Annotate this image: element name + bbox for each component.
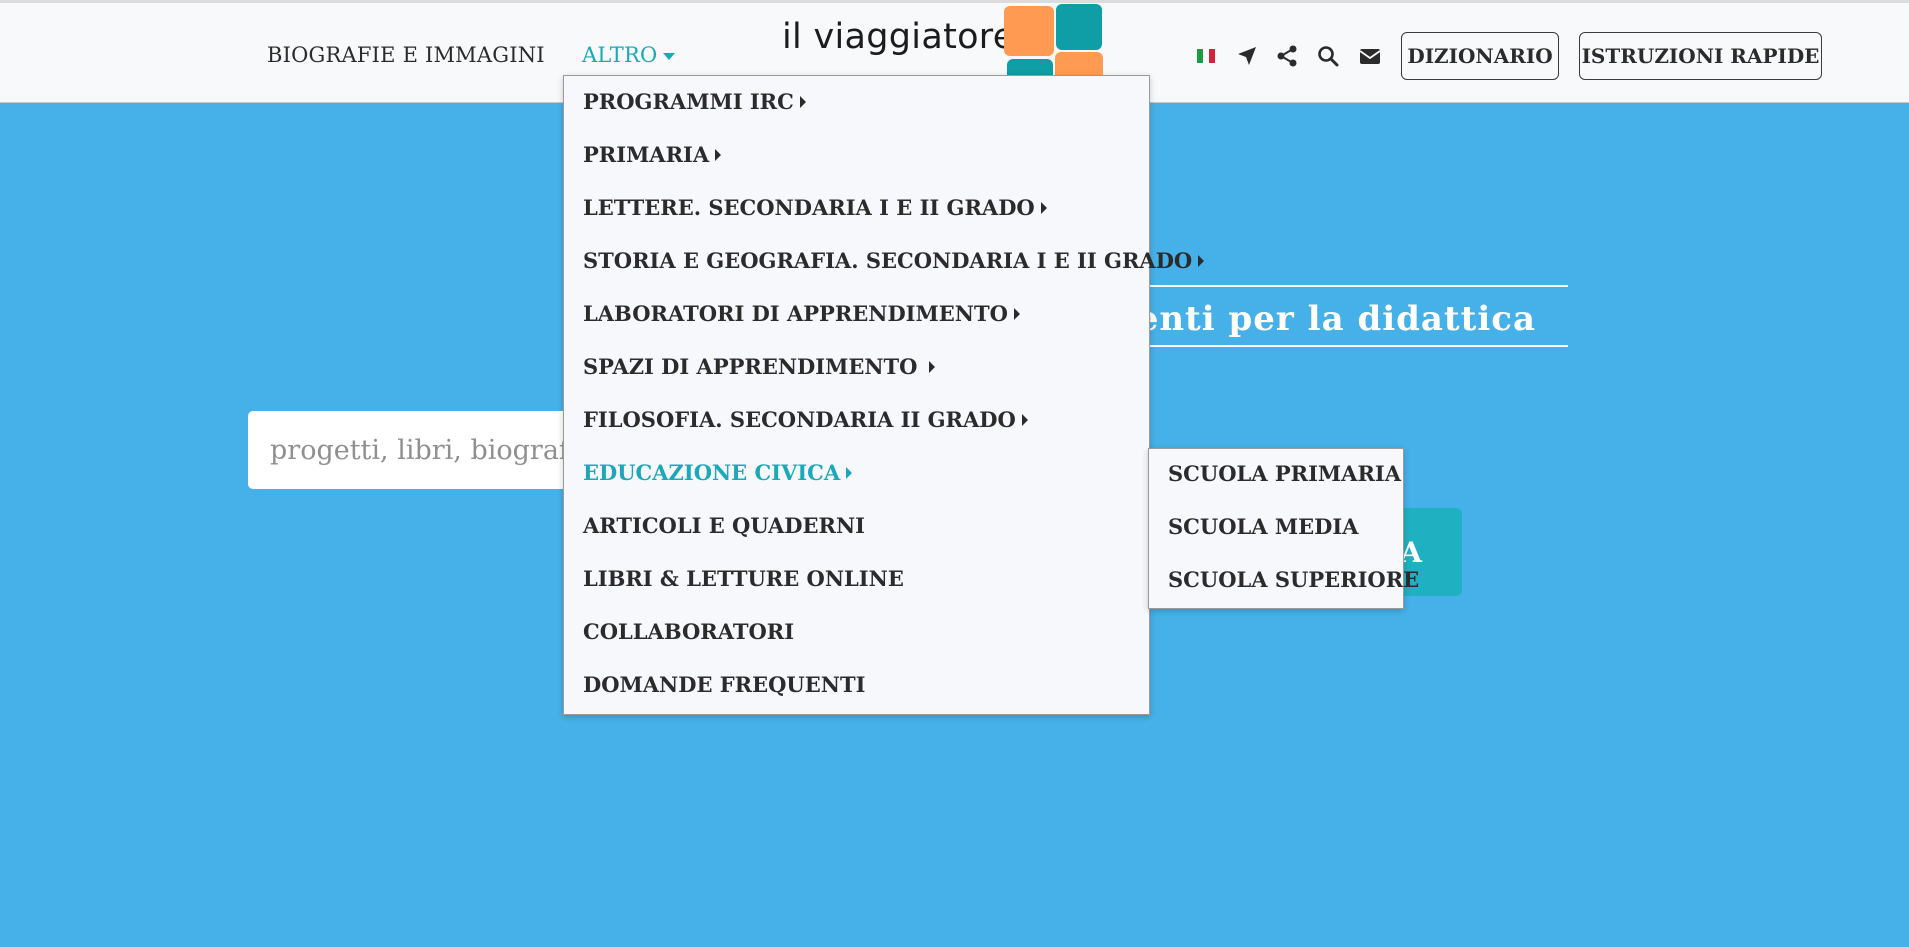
menu-item-label: ARTICOLI E QUADERNI [583, 513, 865, 538]
menu-item-libri-letture[interactable]: LIBRI & LETTURE ONLINE [583, 566, 904, 591]
nav-altro[interactable]: ALTRO [582, 43, 676, 67]
menu-item-label: LETTERE. SECONDARIA I E II GRADO [583, 195, 1035, 220]
hero-tagline-box: umenti per la didattica [1074, 285, 1568, 347]
envelope-icon[interactable] [1359, 46, 1381, 68]
menu-item-label: PRIMARIA [583, 142, 710, 167]
chevron-down-icon [663, 53, 676, 60]
chevron-right-icon [1021, 413, 1028, 426]
menu-item-label: SPAZI DI APPRENDIMENTO [583, 354, 918, 379]
menu-item-label: LIBRI & LETTURE ONLINE [583, 566, 904, 591]
dizionario-button[interactable]: DIZIONARIO [1401, 32, 1559, 80]
menu-item-label: LABORATORI DI APPRENDIMENTO [583, 301, 1008, 326]
chevron-right-icon [929, 360, 936, 373]
search-icon[interactable] [1317, 45, 1339, 67]
menu-item-programmi-irc[interactable]: PROGRAMMI IRC [583, 89, 806, 114]
nav-biografie-e-immagini[interactable]: BIOGRAFIE E IMMAGINI [267, 43, 545, 67]
menu-item-label: PROGRAMMI IRC [583, 89, 794, 114]
logo-square-orange [1004, 6, 1054, 56]
menu-item-label: DOMANDE FREQUENTI [583, 672, 866, 697]
submenu-item-scuola-media[interactable]: SCUOLA MEDIA [1168, 514, 1358, 539]
menu-item-label: STORIA E GEOGRAFIA. SECONDARIA I E II GR… [583, 248, 1193, 273]
educazione-civica-submenu: SCUOLA PRIMARIA SCUOLA MEDIA SCUOLA SUPE… [1148, 448, 1419, 609]
menu-item-collaboratori[interactable]: COLLABORATORI [583, 619, 794, 644]
menu-item-primaria[interactable]: PRIMARIA [583, 142, 722, 167]
menu-item-spazi[interactable]: SPAZI DI APPRENDIMENTO [583, 354, 936, 379]
chevron-right-icon [1013, 307, 1020, 320]
italian-flag-icon[interactable] [1197, 48, 1215, 63]
chevron-right-icon [846, 466, 853, 479]
logo-text: il viaggiatore [782, 17, 1015, 57]
menu-item-domande-frequenti[interactable]: DOMANDE FREQUENTI [583, 672, 865, 697]
nav-altro-label: ALTRO [582, 43, 658, 67]
istruzioni-rapide-button[interactable]: ISTRUZIONI RAPIDE [1579, 32, 1822, 80]
altro-dropdown-menu: PROGRAMMI IRC PRIMARIA LETTERE. SECONDAR… [563, 75, 1205, 715]
submenu-item-scuola-superiore[interactable]: SCUOLA SUPERIORE [1168, 567, 1419, 592]
submenu-item-scuola-primaria[interactable]: SCUOLA PRIMARIA [1168, 461, 1401, 486]
search-placeholder: progetti, libri, biografie, [270, 434, 602, 466]
menu-item-educazione-civica[interactable]: EDUCAZIONE CIVICA [583, 460, 853, 485]
menu-item-filosofia[interactable]: FILOSOFIA. SECONDARIA II GRADO [583, 407, 1028, 432]
menu-item-label: EDUCAZIONE CIVICA [583, 460, 841, 485]
chevron-right-icon [1040, 201, 1047, 214]
menu-item-articoli-quaderni[interactable]: ARTICOLI E QUADERNI [583, 513, 865, 538]
chevron-right-icon [715, 148, 722, 161]
chevron-right-icon [1198, 254, 1205, 267]
chevron-right-icon [799, 95, 806, 108]
share-icon[interactable] [1276, 45, 1298, 67]
menu-item-label: COLLABORATORI [583, 619, 795, 644]
menu-item-storia-geografia[interactable]: STORIA E GEOGRAFIA. SECONDARIA I E II GR… [583, 248, 1205, 273]
menu-item-label: FILOSOFIA. SECONDARIA II GRADO [583, 407, 1016, 432]
menu-item-laboratori[interactable]: LABORATORI DI APPRENDIMENTO [583, 301, 1020, 326]
logo-square-teal [1056, 4, 1102, 50]
menu-item-lettere[interactable]: LETTERE. SECONDARIA I E II GRADO [583, 195, 1047, 220]
location-arrow-icon[interactable] [1236, 45, 1258, 67]
